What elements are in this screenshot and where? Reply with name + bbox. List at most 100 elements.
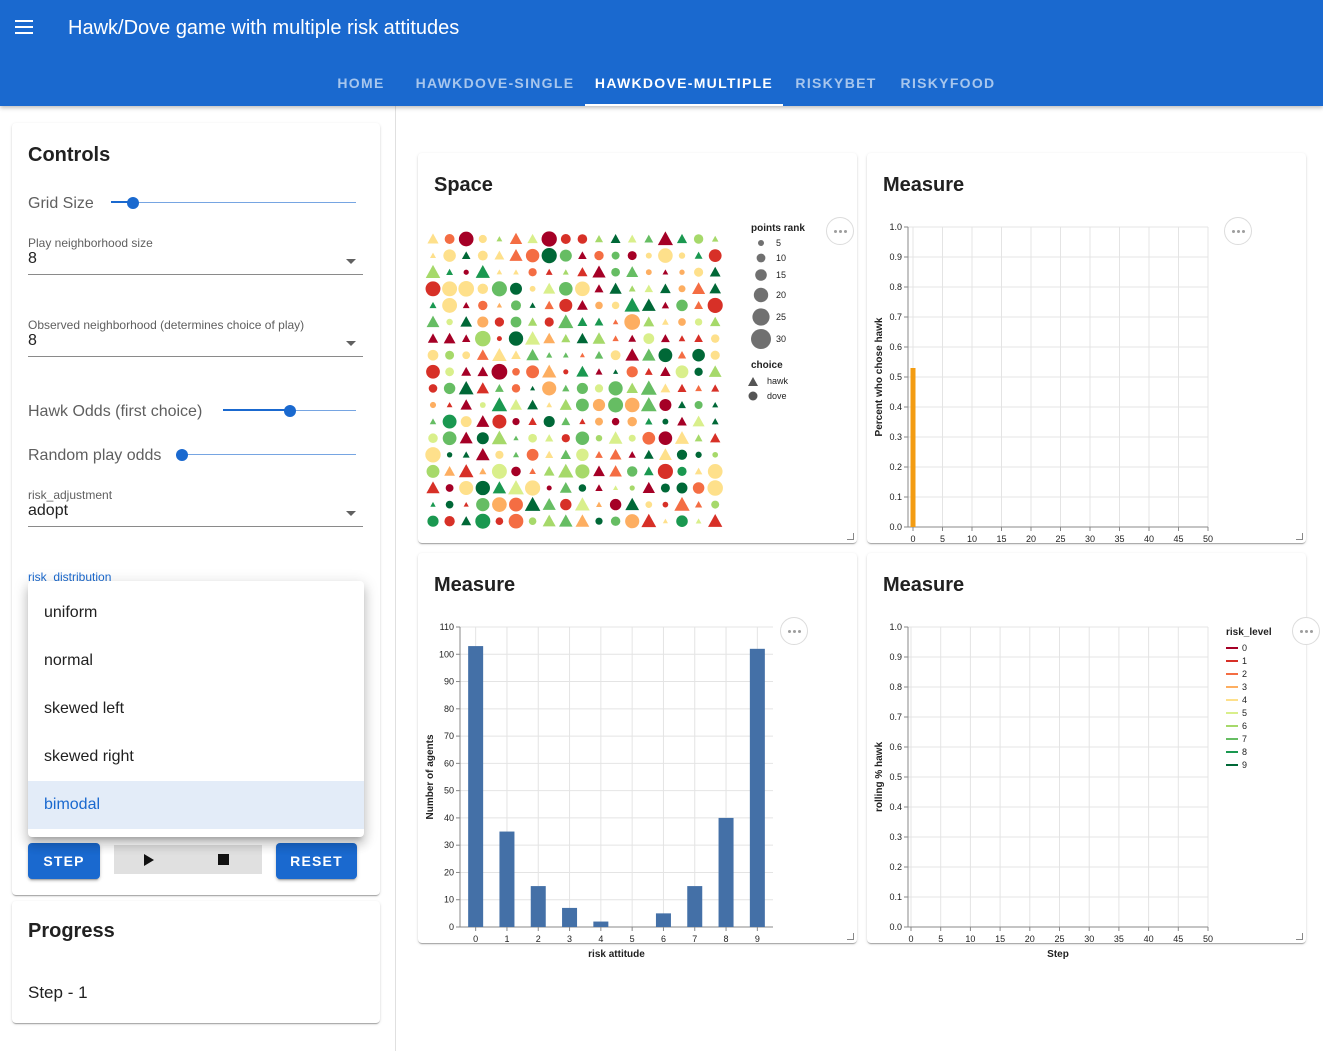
option-normal[interactable]: normal <box>28 637 364 685</box>
hawk-agent <box>674 431 690 444</box>
hawk-agent <box>509 232 523 244</box>
dove-agent <box>645 269 652 276</box>
dove-agent <box>541 248 557 264</box>
c2-y-tick-label: 80 <box>444 704 454 714</box>
tab-hawkdove-multiple[interactable]: HAWKDOVE-MULTIPLE <box>585 59 783 107</box>
c1-x-tick-label: 15 <box>996 534 1006 542</box>
dove-agent <box>608 397 624 413</box>
hawk-agent <box>496 236 503 242</box>
random-play-slider[interactable] <box>176 449 356 461</box>
hawk-agent <box>677 383 687 392</box>
resize-handle[interactable] <box>847 933 854 940</box>
hawk-agent <box>695 518 702 524</box>
tab-riskyfood[interactable]: RISKYFOOD <box>893 59 1003 107</box>
dove-agent <box>626 466 638 477</box>
option-bimodal[interactable]: bimodal <box>28 781 364 829</box>
active-tab-indicator <box>585 104 783 106</box>
c1-x-tick-label: 50 <box>1203 534 1213 542</box>
hawk-agent <box>479 467 487 475</box>
tab-home[interactable]: HOME <box>322 59 400 107</box>
app-bar: Hawk/Dove game with multiple risk attitu… <box>0 0 1323 106</box>
menu-icon[interactable] <box>12 14 38 40</box>
hawk-agent <box>543 282 556 294</box>
play-neighborhood-select[interactable]: Play neighborhood size 8 <box>28 236 363 284</box>
dove-agent <box>546 485 552 491</box>
c1-y-tick-label: 1.0 <box>889 222 902 232</box>
option-skewed-left[interactable]: skewed left <box>28 685 364 733</box>
dove-agent <box>558 281 573 296</box>
hawk-odds-slider[interactable] <box>223 405 356 417</box>
tab-riskybet[interactable]: RISKYBET <box>786 59 886 107</box>
play-icon[interactable] <box>144 854 154 866</box>
c1-y-tick-label: 0.7 <box>889 312 902 322</box>
option-skewed-right[interactable]: skewed right <box>28 733 364 781</box>
dove-agent <box>445 350 455 360</box>
hawk-agent <box>626 382 638 394</box>
dove-agent <box>676 299 688 312</box>
dove-agent <box>611 301 620 310</box>
hawk-percent-bar <box>910 368 916 527</box>
hawk-agent <box>658 448 672 460</box>
tab-hawkdove-single[interactable]: HAWKDOVE-SINGLE <box>409 59 581 107</box>
hawk-agent <box>694 334 703 343</box>
risk-level-legend-label: 1 <box>1242 656 1247 666</box>
dove-agent <box>495 450 504 459</box>
step-button[interactable]: STEP <box>28 843 100 879</box>
dove-agent <box>578 484 587 492</box>
more-options-icon[interactable] <box>826 217 854 245</box>
points-rank-legend-title: points rank <box>751 223 805 234</box>
hawk-agent <box>492 481 507 494</box>
hawk-agent <box>543 466 555 476</box>
c1-x-tick-label: 30 <box>1085 534 1095 542</box>
caret-down-icon <box>346 511 356 516</box>
dove-agent <box>707 464 723 479</box>
dove-agent <box>643 333 655 345</box>
more-options-icon[interactable] <box>1224 217 1252 245</box>
dove-agent <box>575 281 590 297</box>
dove-agent <box>491 363 508 380</box>
option-uniform[interactable]: uniform <box>28 589 364 637</box>
grid-size-slider[interactable] <box>111 197 356 209</box>
more-options-icon[interactable] <box>1292 617 1320 645</box>
hawk-agent <box>462 334 471 342</box>
risk-level-legend-title: risk_level <box>1226 627 1272 638</box>
hawk-agent <box>660 334 670 343</box>
hawk-agent <box>460 316 473 327</box>
resize-handle[interactable] <box>1296 533 1303 540</box>
random-play-thumb[interactable] <box>176 449 188 461</box>
dove-agent <box>462 351 471 360</box>
hawk-agent <box>711 418 719 425</box>
hawk-agent <box>528 417 537 425</box>
hawk-agent <box>475 265 490 278</box>
dove-agent <box>659 398 672 412</box>
dove-agent <box>475 480 490 496</box>
resize-handle[interactable] <box>1296 933 1303 940</box>
dove-agent <box>611 251 620 260</box>
hawk-agent <box>694 434 703 442</box>
observed-neighborhood-select[interactable]: Observed neighborhood (determines choice… <box>28 318 363 366</box>
c2-y-tick-label: 70 <box>444 731 454 741</box>
hawk-agent <box>430 501 436 507</box>
hawk-percent-chart: 0.0 0.1 0.2 0.3 0.4 0.5 0.6 0.7 0.8 0.9 1.0 0 5 10 15 2… <box>874 222 1213 542</box>
dove-agent <box>443 382 456 395</box>
hawk-odds-thumb[interactable] <box>283 405 296 417</box>
dove-agent <box>510 282 522 295</box>
dove-agent <box>428 384 438 393</box>
measure-title-3: Measure <box>883 574 965 596</box>
hawk-agent <box>475 447 490 461</box>
reset-button[interactable]: RESET <box>276 843 357 879</box>
more-options-icon[interactable] <box>780 617 808 645</box>
dove-agent <box>429 401 437 409</box>
c2-y-tick-label: 40 <box>444 813 454 823</box>
hawk-agent <box>642 348 656 361</box>
hawk-agent <box>561 334 571 343</box>
stop-icon[interactable] <box>218 854 229 865</box>
risk-adjustment-select[interactable]: risk_adjustment adopt <box>28 488 363 536</box>
c3-x-tick-label: 30 <box>1084 934 1094 944</box>
dove-agent <box>707 480 723 496</box>
resize-handle[interactable] <box>847 533 854 540</box>
c2-y-tick-label: 50 <box>444 786 454 796</box>
dove-agent <box>676 515 688 527</box>
grid-size-thumb[interactable] <box>127 197 140 209</box>
dove-agent <box>479 402 486 408</box>
